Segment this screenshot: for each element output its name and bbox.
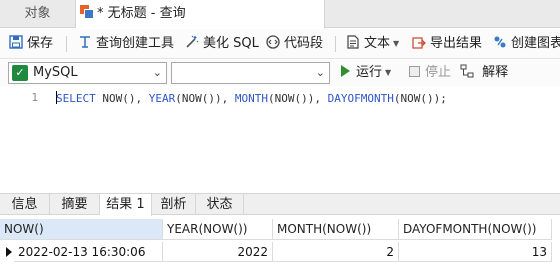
column-header[interactable]: MONTH(NOW())	[273, 219, 399, 240]
tab-profile[interactable]: 剖析	[152, 194, 196, 215]
sql-year-arg: (NOW())	[175, 92, 222, 105]
tab-summary[interactable]: 摘要	[50, 194, 100, 215]
chart-icon	[492, 29, 508, 59]
mysql-icon: ✓	[12, 65, 28, 81]
sql-separator: ,	[221, 92, 235, 105]
result-grid: NOW() YEAR(NOW()) MONTH(NOW()) DAYOFMONT…	[0, 216, 560, 272]
query-builder-icon	[77, 29, 93, 59]
line-number: 1	[31, 91, 38, 104]
sql-separator: ,	[314, 92, 328, 105]
table-cell[interactable]: 2	[273, 242, 399, 262]
sql-keyword-select: SELECT	[56, 92, 96, 105]
sql-month-arg: (NOW())	[267, 92, 315, 105]
column-header-label: DAYOFMONTH(NOW())	[403, 222, 537, 236]
table-cell[interactable]: 2022	[163, 242, 273, 262]
tab-summary-label: 摘要	[61, 197, 88, 212]
export-result-button[interactable]: 导出结果	[411, 29, 482, 59]
sql-now: NOW()	[102, 92, 136, 105]
save-button[interactable]: 保存	[8, 29, 53, 59]
cell-value: 2	[386, 245, 394, 259]
stop-icon	[409, 66, 420, 77]
tab-status-label: 状态	[206, 197, 233, 212]
tab-objects[interactable]: 对象	[0, 0, 76, 28]
explain-button[interactable]: 解释	[460, 60, 508, 86]
chevron-down-icon: ⌄	[315, 66, 325, 79]
column-header-label: MONTH(NOW())	[277, 222, 372, 236]
toolbar-divider	[335, 36, 336, 52]
chevron-down-icon: ▼	[385, 68, 392, 77]
sql-code-line: SELECT NOW(), YEAR(NOW()), MONTH(NOW()),…	[56, 91, 447, 105]
line-gutter: 1	[0, 87, 44, 190]
tab-query-label: * 无标题 - 查询	[97, 6, 186, 21]
beautify-sql-label: 美化 SQL	[203, 36, 259, 51]
chevron-down-icon: ⌄	[152, 66, 162, 79]
cell-value: 13	[531, 245, 547, 259]
run-label: 运行	[356, 65, 383, 80]
column-header-label: NOW()	[4, 222, 44, 236]
code-snippet-icon	[265, 29, 281, 59]
tab-query[interactable]: * 无标题 - 查询	[76, 0, 325, 29]
create-chart-label: 创建图表	[511, 36, 560, 51]
beautify-sql-button[interactable]: 美化 SQL	[184, 29, 259, 59]
tab-status[interactable]: 状态	[196, 194, 244, 215]
main-toolbar: 保存 查询创建工具 美化 SQL 代码段 文本 ▼ 导出结果 创建图表	[0, 29, 560, 59]
tab-objects-label: 对象	[24, 6, 51, 21]
create-chart-button[interactable]: 创建图表	[492, 29, 560, 59]
sql-fn-year: YEAR	[148, 92, 176, 105]
window-tab-bar: 对象 * 无标题 - 查询	[0, 0, 560, 29]
table-cell[interactable]: 13	[399, 242, 552, 262]
save-label: 保存	[27, 36, 54, 51]
cell-value: 2022-02-13 16:30:06	[18, 245, 146, 259]
sql-dayofmonth-arg: (NOW())	[393, 92, 441, 105]
sql-fn-dayofmonth: DAYOFMONTH	[327, 92, 394, 105]
run-button[interactable]: 运行 ▼	[341, 60, 391, 86]
tab-info[interactable]: 信息	[0, 194, 50, 215]
sql-terminator: ;	[440, 92, 447, 105]
sql-editor[interactable]: 1 SELECT NOW(), YEAR(NOW()), MONTH(NOW()…	[0, 87, 560, 190]
query-builder-button[interactable]: 查询创建工具	[77, 29, 174, 59]
stop-button[interactable]: 停止	[409, 60, 451, 86]
code-snippet-label: 代码段	[284, 36, 324, 51]
row-pointer-icon	[6, 247, 12, 257]
stop-label: 停止	[425, 65, 452, 80]
column-header-label: YEAR(NOW())	[167, 222, 248, 236]
text-button[interactable]: 文本 ▼	[345, 29, 399, 59]
cell-value: 2022	[237, 245, 268, 259]
export-result-label: 导出结果	[430, 36, 483, 51]
play-icon	[341, 65, 350, 77]
chevron-down-icon: ▼	[393, 39, 400, 48]
sql-separator: ,	[135, 92, 149, 105]
column-header[interactable]: YEAR(NOW())	[163, 219, 273, 240]
toolbar-divider	[66, 36, 67, 52]
tab-profile-label: 剖析	[160, 197, 187, 212]
connection-toolbar: ✓ MySQL ⌄ ⌄ 运行 ▼ 停止 解释	[0, 60, 560, 86]
column-header[interactable]: DAYOFMONTH(NOW())	[399, 219, 552, 240]
export-icon	[411, 29, 427, 59]
connection-value: MySQL	[33, 65, 78, 80]
save-icon	[8, 29, 24, 59]
query-builder-label: 查询创建工具	[96, 36, 175, 51]
explain-label: 解释	[482, 65, 509, 80]
code-snippet-button[interactable]: 代码段	[265, 29, 323, 59]
database-select[interactable]: ⌄	[171, 62, 330, 84]
tab-info-label: 信息	[11, 197, 38, 212]
tab-result-1-label: 结果 1	[106, 197, 145, 212]
connection-select[interactable]: ✓ MySQL ⌄	[8, 62, 167, 84]
sql-fn-month: MONTH	[234, 92, 268, 105]
table-cell[interactable]: 2022-02-13 16:30:06	[14, 242, 163, 262]
query-icon	[80, 5, 94, 19]
tab-result-1[interactable]: 结果 1	[100, 194, 152, 216]
result-tab-bar: 信息 摘要 结果 1 剖析 状态	[0, 193, 560, 216]
column-header[interactable]: NOW()	[0, 219, 163, 240]
text-label: 文本	[364, 36, 391, 51]
document-icon	[345, 29, 361, 59]
magic-wand-icon	[184, 29, 200, 59]
explain-icon	[460, 64, 482, 80]
